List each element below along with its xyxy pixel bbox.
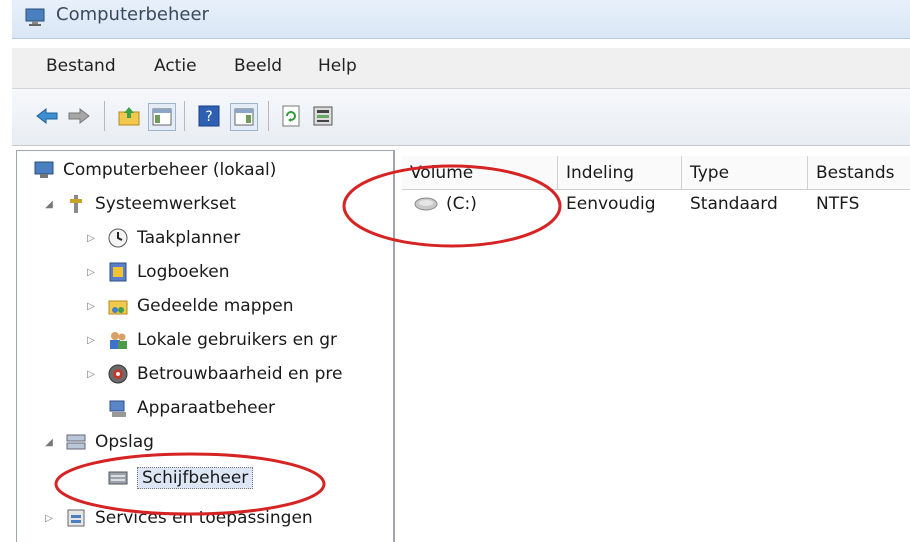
- show-hide-tree-icon[interactable]: [148, 103, 176, 131]
- drive-icon: [414, 197, 438, 211]
- services-icon: [67, 509, 85, 527]
- expanded-arrow-icon[interactable]: ◢: [41, 437, 57, 448]
- tree-item-task-scheduler[interactable]: ▷ Taakplanner: [83, 223, 240, 253]
- up-folder-icon[interactable]: [116, 103, 142, 129]
- event-log-icon: [109, 262, 127, 282]
- collapsed-arrow-icon[interactable]: ▷: [83, 301, 99, 312]
- properties-icon[interactable]: [310, 103, 336, 129]
- column-header-type[interactable]: Type: [682, 156, 808, 190]
- computer-management-icon: [34, 161, 54, 178]
- action-pane-icon[interactable]: [230, 103, 258, 131]
- tree-label-services: Services en toepassingen: [95, 508, 313, 528]
- volume-list: Volume Indeling Type Bestands (C:) Eenvo…: [396, 150, 910, 542]
- row-cell-volume: (C:): [414, 194, 477, 214]
- tree-label-reliability: Betrouwbaarheid en pre: [137, 364, 343, 384]
- menu-beeld[interactable]: Beeld: [234, 56, 282, 76]
- tree-item-shared-folders[interactable]: ▷ Gedeelde mappen: [83, 291, 294, 321]
- tree-item-local-users[interactable]: ▷ Lokale gebruikers en gr: [83, 325, 337, 355]
- tree-item-root[interactable]: Computerbeheer (lokaal): [33, 155, 276, 185]
- disk-management-icon: [108, 471, 128, 485]
- collapsed-arrow-icon[interactable]: ▷: [83, 233, 99, 244]
- tree-item-system-tools[interactable]: ◢ Systeemwerkset: [41, 189, 236, 219]
- tree-item-disk-management[interactable]: Schijfbeheer: [107, 463, 254, 493]
- help-icon[interactable]: ?: [196, 103, 222, 129]
- column-header-volume[interactable]: Volume: [402, 156, 558, 190]
- storage-icon: [66, 434, 86, 450]
- column-header-filesystem[interactable]: Bestands: [808, 156, 910, 190]
- tree-label-system-tools: Systeemwerkset: [95, 194, 237, 214]
- window-title: Computerbeheer: [56, 4, 209, 25]
- menu-help[interactable]: Help: [318, 56, 357, 76]
- users-icon: [110, 332, 127, 349]
- tree-item-services[interactable]: ▷ Services en toepassingen: [41, 503, 313, 533]
- row-cell-layout: Eenvoudig: [566, 194, 656, 214]
- tree-label-disk-management: Schijfbeheer: [137, 467, 254, 489]
- collapsed-arrow-icon[interactable]: ▷: [83, 335, 99, 346]
- clock-icon: [108, 228, 128, 248]
- shared-folder-icon: [108, 300, 128, 315]
- title-bar: Computerbeheer: [12, 0, 910, 39]
- menu-bar: Bestand Actie Beeld Help: [12, 48, 910, 89]
- refresh-icon[interactable]: [278, 103, 304, 129]
- column-header-layout[interactable]: Indeling: [558, 156, 682, 190]
- tree-label-storage: Opslag: [95, 432, 154, 452]
- collapsed-arrow-icon[interactable]: ▷: [83, 369, 99, 380]
- collapsed-arrow-icon[interactable]: ▷: [41, 513, 57, 524]
- expanded-arrow-icon[interactable]: ◢: [41, 199, 57, 210]
- back-icon[interactable]: [34, 103, 60, 129]
- menu-actie[interactable]: Actie: [154, 56, 197, 76]
- device-manager-icon: [109, 400, 126, 417]
- tree-label-event-viewer: Logboeken: [137, 262, 230, 282]
- collapsed-arrow-icon[interactable]: ▷: [83, 267, 99, 278]
- tools-icon: [70, 195, 82, 213]
- tree-item-storage[interactable]: ◢ Opslag: [41, 427, 154, 457]
- menu-bestand[interactable]: Bestand: [46, 56, 116, 76]
- computer-management-window: Computerbeheer Bestand Actie Beeld Help …: [12, 0, 910, 542]
- tree-label-local-users: Lokale gebruikers en gr: [137, 330, 338, 350]
- tree-item-device-manager[interactable]: Apparaatbeheer: [107, 393, 275, 423]
- forward-icon[interactable]: [66, 103, 92, 129]
- performance-icon: [108, 364, 128, 384]
- toolbar: ?: [12, 89, 910, 146]
- tree-label-root: Computerbeheer (lokaal): [63, 160, 277, 180]
- svg-text:?: ?: [205, 109, 212, 125]
- navigation-tree: Computerbeheer (lokaal) ◢ Systeemwerkset…: [16, 150, 395, 542]
- tree-label-task-scheduler: Taakplanner: [137, 228, 241, 248]
- volume-name: (C:): [446, 194, 477, 214]
- tree-label-shared-folders: Gedeelde mappen: [137, 296, 294, 316]
- tree-item-event-viewer[interactable]: ▷ Logboeken: [83, 257, 230, 287]
- row-cell-type: Standaard: [690, 194, 778, 214]
- computer-management-icon: [25, 8, 45, 26]
- row-cell-filesystem: NTFS: [816, 194, 860, 214]
- tree-label-device-manager: Apparaatbeheer: [137, 398, 276, 418]
- tree-item-reliability[interactable]: ▷ Betrouwbaarheid en pre: [83, 359, 342, 389]
